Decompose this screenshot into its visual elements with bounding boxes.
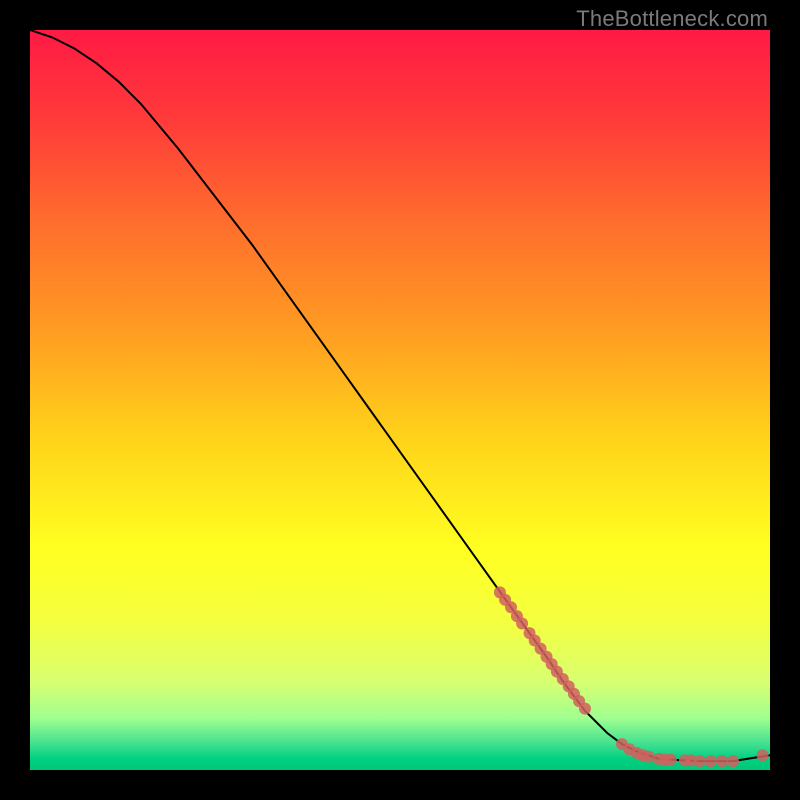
bottleneck-chart — [30, 30, 770, 770]
data-point — [727, 755, 739, 767]
data-point — [705, 755, 717, 767]
data-point — [716, 755, 728, 767]
data-point — [643, 751, 655, 763]
data-point — [694, 755, 706, 767]
data-point — [579, 703, 591, 715]
data-point — [757, 749, 769, 761]
watermark-text: TheBottleneck.com — [576, 6, 768, 32]
chart-background — [30, 30, 770, 770]
data-point — [665, 754, 677, 766]
chart-frame — [30, 30, 770, 770]
data-point — [516, 617, 528, 629]
